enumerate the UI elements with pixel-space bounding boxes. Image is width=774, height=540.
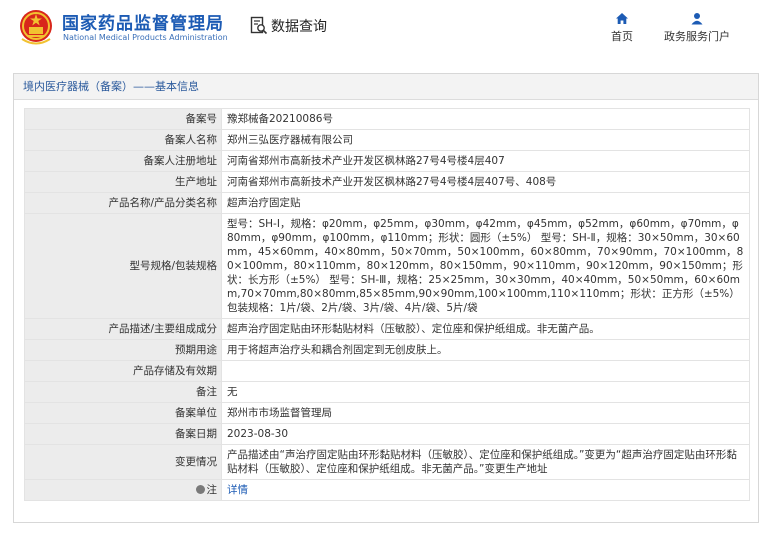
row-reg-no: 备案号 豫郑械备20210086号	[24, 108, 750, 130]
label-production-address: 生产地址	[24, 171, 222, 193]
org-name-cn: 国家药品监督管理局	[62, 14, 224, 34]
value-reg-no: 豫郑械备20210086号	[221, 108, 750, 130]
value-owner: 郑州三弘医疗器械有限公司	[221, 129, 750, 151]
document-search-icon	[250, 16, 268, 35]
row-remark: 备注 无	[24, 381, 750, 403]
row-owner: 备案人名称 郑州三弘医疗器械有限公司	[24, 129, 750, 151]
value-remark: 无	[221, 381, 750, 403]
value-usage: 用于将超声治疗头和耦合剂固定到无创皮肤上。	[221, 339, 750, 361]
label-spec: 型号规格/包装规格	[24, 213, 222, 319]
value-product-name: 超声治疗固定贴	[221, 192, 750, 214]
label-date: 备案日期	[24, 423, 222, 445]
user-icon	[691, 13, 703, 25]
label-reg-no: 备案号	[24, 108, 222, 130]
org-name-en: National Medical Products Administration	[63, 33, 228, 42]
value-spec: 型号：SH-Ⅰ，规格：φ20mm，φ25mm，φ30mm，φ42mm，φ45mm…	[221, 213, 750, 319]
row-production-address: 生产地址 河南省郑州市高新技术产业开发区枫林路27号4号楼4层407号、408号	[24, 171, 750, 193]
row-owner-address: 备案人注册地址 河南省郑州市高新技术产业开发区枫林路27号4号楼4层407	[24, 150, 750, 172]
label-usage: 预期用途	[24, 339, 222, 361]
label-note: 注	[206, 484, 218, 496]
row-date: 备案日期 2023-08-30	[24, 423, 750, 445]
label-owner: 备案人名称	[24, 129, 222, 151]
label-description: 产品描述/主要组成成分	[24, 318, 222, 340]
value-agency: 郑州市市场监督管理局	[221, 402, 750, 424]
row-storage: 产品存储及有效期	[24, 360, 750, 382]
data-query-label: 数据查询	[271, 19, 327, 35]
value-change: 产品描述由“声治疗固定贴由环形黏贴材料（压敏胶）、定位座和保护纸组成。”变更为“…	[221, 444, 750, 480]
row-note: 注 详情	[24, 479, 750, 501]
value-description: 超声治疗固定贴由环形黏贴材料（压敏胶）、定位座和保护纸组成。非无菌产品。	[221, 318, 750, 340]
row-description: 产品描述/主要组成成分 超声治疗固定贴由环形黏贴材料（压敏胶）、定位座和保护纸组…	[24, 318, 750, 340]
row-spec: 型号规格/包装规格 型号：SH-Ⅰ，规格：φ20mm，φ25mm，φ30mm，φ…	[24, 213, 750, 319]
label-agency: 备案单位	[24, 402, 222, 424]
label-storage: 产品存储及有效期	[24, 360, 222, 382]
label-remark: 备注	[24, 381, 222, 403]
nav-portal-label: 政务服务门户	[664, 30, 730, 43]
nav-service-portal[interactable]: 政务服务门户	[664, 12, 730, 44]
record-table: 备案号 豫郑械备20210086号 备案人名称 郑州三弘医疗器械有限公司 备案人…	[24, 108, 750, 501]
details-link[interactable]: 详情	[227, 484, 248, 496]
row-agency: 备案单位 郑州市市场监督管理局	[24, 402, 750, 424]
row-product-name: 产品名称/产品分类名称 超声治疗固定贴	[24, 192, 750, 214]
home-icon	[616, 13, 628, 24]
note-icon	[195, 485, 205, 494]
emblem-logo	[20, 10, 52, 45]
row-usage: 预期用途 用于将超声治疗头和耦合剂固定到无创皮肤上。	[24, 339, 750, 361]
label-owner-address: 备案人注册地址	[24, 150, 222, 172]
value-storage	[221, 360, 750, 382]
data-query-link[interactable]: 数据查询	[250, 15, 327, 37]
site-header: 国家药品监督管理局 National Medical Products Admi…	[0, 0, 774, 58]
value-production-address: 河南省郑州市高新技术产业开发区枫林路27号4号楼4层407号、408号	[221, 171, 750, 193]
record-panel: 境内医疗器械（备案）——基本信息 备案号 豫郑械备20210086号 备案人名称…	[13, 73, 759, 523]
value-date: 2023-08-30	[221, 423, 750, 445]
nav-home-label: 首页	[611, 30, 633, 43]
value-owner-address: 河南省郑州市高新技术产业开发区枫林路27号4号楼4层407	[221, 150, 750, 172]
label-product-name: 产品名称/产品分类名称	[24, 192, 222, 214]
panel-title: 境内医疗器械（备案）——基本信息	[14, 74, 758, 100]
row-change: 变更情况 产品描述由“声治疗固定贴由环形黏贴材料（压敏胶）、定位座和保护纸组成。…	[24, 444, 750, 480]
value-note: 详情	[221, 479, 750, 501]
nav-home[interactable]: 首页	[611, 12, 633, 44]
label-note-cell: 注	[24, 479, 222, 501]
label-change: 变更情况	[24, 444, 222, 480]
